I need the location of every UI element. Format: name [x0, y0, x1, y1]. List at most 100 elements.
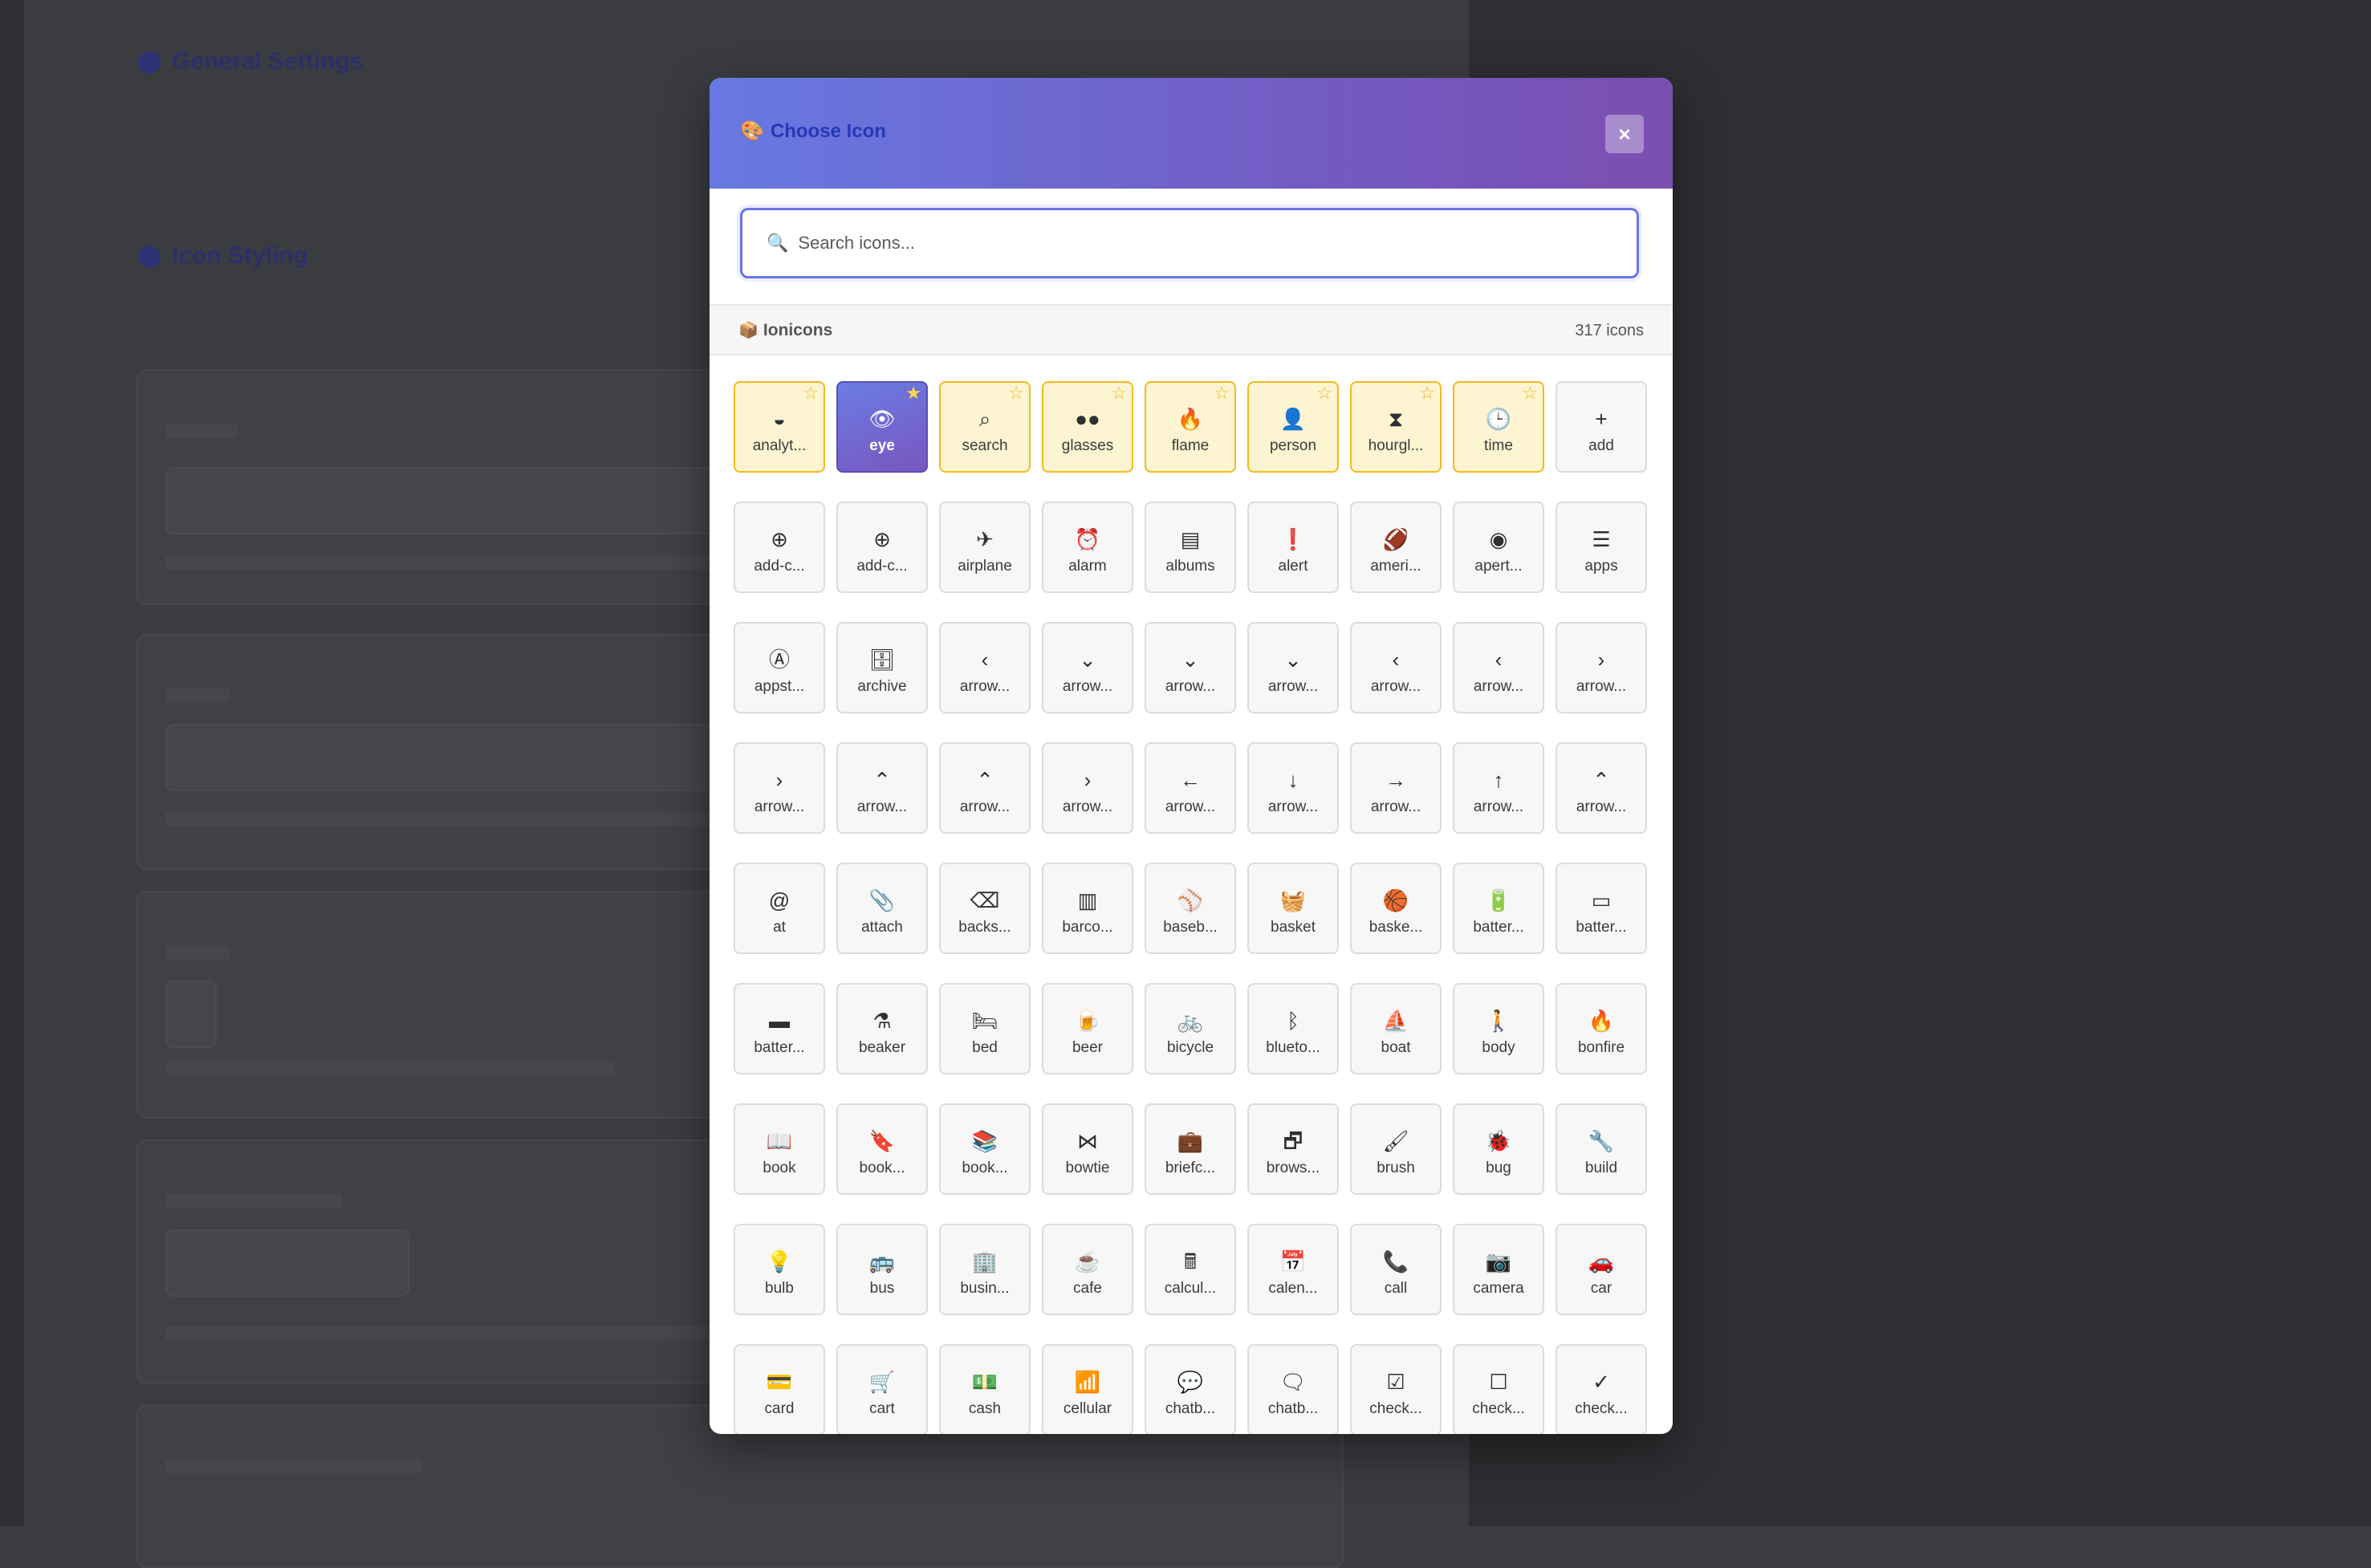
icon-tile[interactable]: 💵 cash [939, 1344, 1031, 1434]
icon-tile[interactable]: 🚗 car [1556, 1224, 1647, 1315]
favorite-star-icon[interactable]: ☆ [1111, 384, 1127, 402]
icon-tile[interactable]: ◉ apert... [1453, 502, 1544, 593]
icon-tile[interactable]: ⛵ boat [1350, 983, 1442, 1074]
icon-tile[interactable]: 🕒 time ☆ [1453, 381, 1544, 473]
icon-tile[interactable]: ⌃ arrow... [1556, 742, 1647, 834]
tile-glyph-icon: ✈ [976, 527, 994, 551]
icon-tile[interactable]: ᛒ blueto... [1247, 983, 1339, 1074]
search-box[interactable]: 🔍 [740, 208, 1639, 278]
icon-tile[interactable]: 🛏 bed [939, 983, 1031, 1074]
icon-tile[interactable]: ‹ arrow... [1350, 622, 1442, 713]
icon-tile[interactable]: ▥ barco... [1042, 863, 1133, 954]
icon-tile[interactable]: › arrow... [1556, 622, 1647, 713]
icon-tile[interactable]: 🔋 batter... [1453, 863, 1544, 954]
icon-tile[interactable]: ⧗ hourgl... ☆ [1350, 381, 1442, 473]
icon-tile-label: alert [1278, 558, 1308, 575]
tile-glyph-icon: ✓ [1592, 1370, 1610, 1394]
icon-tile[interactable]: ‹ arrow... [1453, 622, 1544, 713]
icon-tile[interactable]: ☐ check... [1453, 1344, 1544, 1434]
icon-tile[interactable]: › arrow... [1042, 742, 1133, 834]
icon-tile[interactable]: ⏰ alarm [1042, 502, 1133, 593]
icon-tile[interactable]: 💼 briefc... [1145, 1103, 1236, 1195]
favorite-star-icon[interactable]: ★ [905, 384, 921, 402]
search-input[interactable] [796, 232, 1603, 254]
icon-tile[interactable]: ‹ arrow... [939, 622, 1031, 713]
icon-tile[interactable]: 💡 bulb [734, 1224, 825, 1315]
icon-tile[interactable]: 📞 call [1350, 1224, 1442, 1315]
icon-tile[interactable]: 🗗 brows... [1247, 1103, 1339, 1195]
icon-tile[interactable]: 📶 cellular [1042, 1344, 1133, 1434]
favorite-star-icon[interactable]: ☆ [1419, 384, 1435, 402]
icon-tile[interactable]: 🏀 baske... [1350, 863, 1442, 954]
icon-tile[interactable]: ⊕ add-c... [734, 502, 825, 593]
icon-tile[interactable]: 💳 card [734, 1344, 825, 1434]
icon-tile[interactable]: ◒ analyt... ☆ [734, 381, 825, 473]
tile-glyph-icon: 🧺 [1279, 888, 1307, 912]
icon-tile[interactable]: ❗ alert [1247, 502, 1339, 593]
icon-tile[interactable]: 🚌 bus [836, 1224, 928, 1315]
icon-tile[interactable]: 🔧 build [1556, 1103, 1647, 1195]
icon-tile[interactable]: 💬 chatb... [1145, 1344, 1236, 1434]
icon-tile[interactable]: 📚 book... [939, 1103, 1031, 1195]
icon-tile[interactable]: 🖩 calcul... [1145, 1224, 1236, 1315]
icon-tile[interactable]: ⌕ search ☆ [939, 381, 1031, 473]
icon-tile[interactable]: 📖 book [734, 1103, 825, 1195]
favorite-star-icon[interactable]: ☆ [1214, 384, 1230, 402]
icon-tile[interactable]: + add [1556, 381, 1647, 473]
icon-tile[interactable]: 👁 eye ★ [836, 381, 928, 473]
icon-tile[interactable]: ☰ apps [1556, 502, 1647, 593]
icon-tile[interactable]: ↑ arrow... [1453, 742, 1544, 834]
favorite-star-icon[interactable]: ☆ [1008, 384, 1024, 402]
icon-tile[interactable]: 🔥 bonfire [1556, 983, 1647, 1074]
icon-tile[interactable]: 🏢 busin... [939, 1224, 1031, 1315]
icon-tile[interactable]: 🔥 flame ☆ [1145, 381, 1236, 473]
icon-tile[interactable]: ↓ arrow... [1247, 742, 1339, 834]
icon-tile[interactable]: ⌫ backs... [939, 863, 1031, 954]
icon-tile[interactable]: ⌄ arrow... [1042, 622, 1133, 713]
icon-tile[interactable]: 🗨 chatb... [1247, 1344, 1339, 1434]
choose-icon-modal: 🎨 Choose Icon × 🔍 📦Ionicons 317 icons ◒ a… [710, 78, 1673, 1434]
icon-tile[interactable]: ⊕ add-c... [836, 502, 928, 593]
icon-tile[interactable]: ⋈ bowtie [1042, 1103, 1133, 1195]
icon-tile[interactable]: 📎 attach [836, 863, 928, 954]
icon-tile-label: basket [1271, 919, 1316, 936]
icon-tile[interactable]: 🗄 archive [836, 622, 928, 713]
icon-tile[interactable]: ▭ batter... [1556, 863, 1647, 954]
icon-tile[interactable]: 🛒 cart [836, 1344, 928, 1434]
close-button[interactable]: × [1605, 115, 1644, 153]
icon-tile[interactable]: ▬ batter... [734, 983, 825, 1074]
icon-tile[interactable]: 🚲 bicycle [1145, 983, 1236, 1074]
icon-tile[interactable]: 📷 camera [1453, 1224, 1544, 1315]
icon-tile[interactable]: ⚾ baseb... [1145, 863, 1236, 954]
icon-tile[interactable]: 🖌 brush [1350, 1103, 1442, 1195]
icon-tile[interactable]: 👤 person ☆ [1247, 381, 1339, 473]
icon-tile[interactable]: 🍺 beer [1042, 983, 1133, 1074]
favorite-star-icon[interactable]: ☆ [1316, 384, 1332, 402]
icon-tile[interactable]: 🧺 basket [1247, 863, 1339, 954]
icon-tile[interactable]: Ⓐappst... [734, 622, 825, 713]
icon-tile[interactable]: ▤ albums [1145, 502, 1236, 593]
icon-tile[interactable]: → arrow... [1350, 742, 1442, 834]
icon-tile[interactable]: ✈ airplane [939, 502, 1031, 593]
favorite-star-icon[interactable]: ☆ [803, 384, 819, 402]
icon-tile[interactable]: ✓ check... [1556, 1344, 1647, 1434]
icon-tile[interactable]: ⌄ arrow... [1145, 622, 1236, 713]
icon-tile[interactable]: @ at [734, 863, 825, 954]
tile-glyph-icon: 🕒 [1485, 407, 1512, 431]
favorite-star-icon[interactable]: ☆ [1522, 384, 1538, 402]
icon-tile[interactable]: › arrow... [734, 742, 825, 834]
icon-tile[interactable]: 🏈 ameri... [1350, 502, 1442, 593]
icon-tile[interactable]: ⌄ arrow... [1247, 622, 1339, 713]
tile-glyph-icon: → [1385, 768, 1406, 792]
icon-tile[interactable]: 🐞 bug [1453, 1103, 1544, 1195]
icon-tile[interactable]: ●● glasses ☆ [1042, 381, 1133, 473]
icon-tile[interactable]: ⌃ arrow... [939, 742, 1031, 834]
icon-tile[interactable]: ☕ cafe [1042, 1224, 1133, 1315]
icon-tile[interactable]: 🔖 book... [836, 1103, 928, 1195]
icon-tile[interactable]: ⚗ beaker [836, 983, 928, 1074]
icon-tile[interactable]: ⌃ arrow... [836, 742, 928, 834]
icon-tile[interactable]: 📅 calen... [1247, 1224, 1339, 1315]
icon-tile[interactable]: ☑ check... [1350, 1344, 1442, 1434]
icon-tile[interactable]: ← arrow... [1145, 742, 1236, 834]
icon-tile[interactable]: 🚶 body [1453, 983, 1544, 1074]
